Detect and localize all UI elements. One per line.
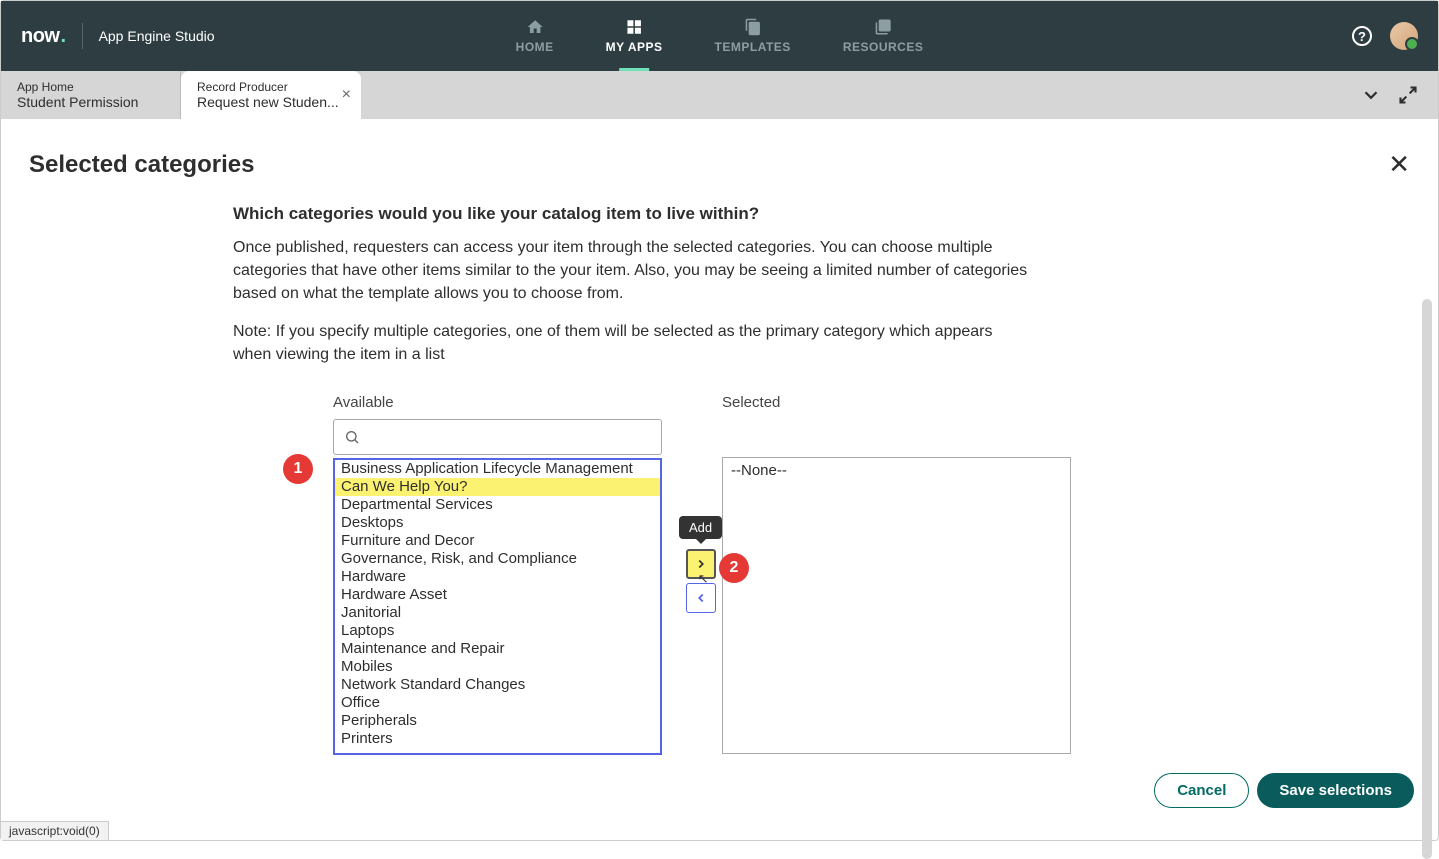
content-wrap: Which categories would you like your cat… [29, 204, 1239, 755]
selected-list[interactable]: --None-- [722, 457, 1071, 754]
nav-templates-label: TEMPLATES [715, 40, 791, 54]
tab-record-producer-subtitle: Request new Studen... [197, 94, 345, 110]
logo: now. [21, 25, 66, 48]
add-tooltip: Add [679, 516, 722, 539]
list-item[interactable]: Business Application Lifecycle Managemen… [335, 460, 660, 478]
nav-home-label: HOME [516, 40, 554, 54]
tab-actions [1360, 71, 1426, 119]
apps-icon [625, 18, 643, 36]
list-item[interactable]: Mobiles [335, 658, 660, 676]
list-item[interactable]: Hardware Asset [335, 586, 660, 604]
tab-close-icon[interactable]: × [342, 86, 351, 104]
tab-app-home-subtitle: Student Permission [17, 94, 164, 110]
logo-divider [82, 23, 83, 49]
tab-record-producer-title: Record Producer [197, 80, 345, 94]
selected-label: Selected [722, 394, 1071, 411]
slush-bucket: 1 Available Business Application Lifecyc… [233, 394, 1035, 755]
chevron-right-icon [694, 557, 708, 571]
available-label: Available [333, 394, 662, 411]
tab-spacer [361, 71, 1360, 119]
list-item[interactable]: Departmental Services [335, 496, 660, 514]
home-icon [526, 18, 544, 36]
nav-center: HOME MY APPS TEMPLATES RESOURCES [490, 1, 950, 71]
list-item[interactable]: Can We Help You? [335, 478, 660, 496]
list-item[interactable]: Peripherals [335, 712, 660, 730]
remove-button[interactable] [686, 583, 716, 613]
none-item[interactable]: --None-- [731, 462, 1062, 479]
tab-record-producer[interactable]: Record Producer Request new Studen... × [181, 71, 361, 119]
description-para-1: Once published, requesters can access yo… [233, 236, 1035, 306]
page-header: Selected categories ✕ [29, 149, 1410, 180]
list-item[interactable]: Office [335, 694, 660, 712]
resources-icon [874, 18, 892, 36]
list-item[interactable]: Maintenance and Repair [335, 640, 660, 658]
top-nav: now. App Engine Studio HOME MY APPS TEMP… [1, 1, 1438, 71]
list-item[interactable]: Network Standard Changes [335, 676, 660, 694]
callout-badge-2: 2 [719, 553, 749, 583]
nav-resources-label: RESOURCES [843, 40, 924, 54]
list-item[interactable]: Desktops [335, 514, 660, 532]
list-item[interactable]: Laptops [335, 622, 660, 640]
studio-label: App Engine Studio [99, 28, 215, 44]
tab-chevron-down-icon[interactable] [1360, 84, 1382, 106]
footer: Cancel Save selections [1154, 773, 1414, 808]
transfer-controls: Add ↖ [679, 516, 722, 613]
nav-templates[interactable]: TEMPLATES [689, 1, 817, 71]
selected-column: Selected --None-- [722, 394, 1071, 755]
logo-dot: . [61, 25, 66, 48]
cursor-icon: ↖ [698, 571, 709, 587]
nav-home[interactable]: HOME [490, 1, 580, 71]
save-button[interactable]: Save selections [1257, 773, 1414, 808]
list-item[interactable]: Furniture and Decor [335, 532, 660, 550]
list-item[interactable]: Janitorial [335, 604, 660, 622]
status-bar: javascript:void(0) [1, 821, 109, 840]
nav-resources[interactable]: RESOURCES [817, 1, 950, 71]
available-column: Available Business Application Lifecycle… [333, 394, 662, 755]
nav-my-apps[interactable]: MY APPS [580, 1, 689, 71]
scroll-rail[interactable] [1422, 299, 1432, 859]
search-icon [344, 429, 360, 445]
question-text: Which categories would you like your cat… [233, 204, 1035, 224]
nav-right: ? [1352, 22, 1418, 50]
list-item[interactable]: Printers [335, 730, 660, 748]
cancel-button[interactable]: Cancel [1154, 773, 1249, 808]
description-para-2: Note: If you specify multiple categories… [233, 320, 1035, 366]
search-input[interactable] [333, 419, 662, 455]
tab-app-home[interactable]: App Home Student Permission [1, 71, 181, 119]
list-item[interactable]: Hardware [335, 568, 660, 586]
main-content: Selected categories ✕ Which categories w… [1, 119, 1438, 816]
callout-badge-1: 1 [283, 454, 313, 484]
tab-bar: App Home Student Permission Record Produ… [1, 71, 1438, 119]
templates-icon [744, 18, 762, 36]
logo-text: now [21, 25, 60, 48]
available-list[interactable]: Business Application Lifecycle Managemen… [333, 458, 662, 755]
chevron-left-icon [694, 591, 708, 605]
avatar[interactable] [1390, 22, 1418, 50]
list-item[interactable]: Governance, Risk, and Compliance [335, 550, 660, 568]
add-button[interactable]: ↖ [686, 549, 716, 579]
tab-app-home-title: App Home [17, 80, 164, 94]
nav-my-apps-label: MY APPS [606, 40, 663, 54]
tab-expand-icon[interactable] [1398, 85, 1418, 105]
page-title: Selected categories [29, 151, 254, 179]
close-icon[interactable]: ✕ [1388, 149, 1410, 180]
help-icon[interactable]: ? [1352, 26, 1372, 46]
